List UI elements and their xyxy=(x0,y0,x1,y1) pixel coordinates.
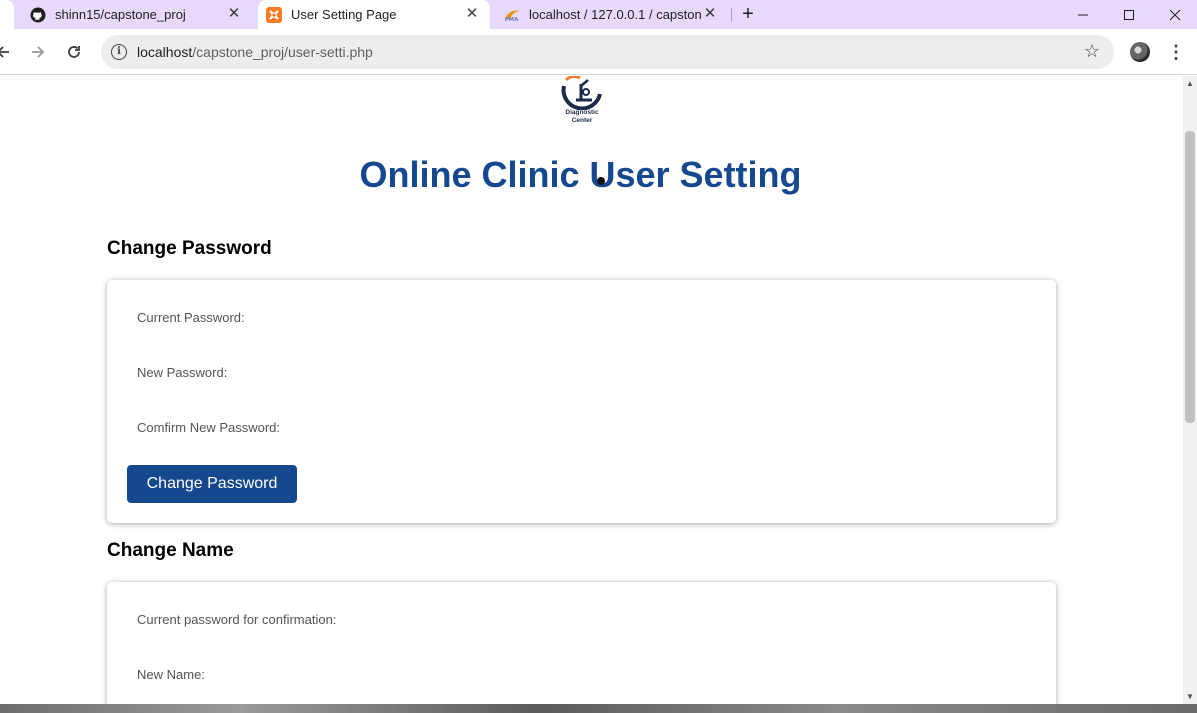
back-icon[interactable] xyxy=(0,37,18,67)
new-tab-button[interactable]: + xyxy=(737,0,759,29)
tab-title: localhost / 127.0.0.1 / capstone_ xyxy=(529,7,701,22)
maximize-icon[interactable] xyxy=(1106,0,1152,29)
current-password-label: Current Password: xyxy=(137,310,245,325)
logo-line-1: Diagnostic xyxy=(565,109,599,116)
confirmation-password-label: Current password for confirmation: xyxy=(137,612,337,627)
tab-github[interactable]: shinn15/capstone_proj ✕ xyxy=(22,0,252,29)
scrollbar-thumb[interactable] xyxy=(1185,131,1195,423)
desktop-background-strip xyxy=(0,704,1197,713)
close-window-icon[interactable] xyxy=(1152,0,1197,29)
new-password-label: New Password: xyxy=(137,365,228,380)
new-name-label: New Name: xyxy=(137,667,205,682)
site-info-icon[interactable]: i xyxy=(111,44,127,60)
change-password-card: Current Password: New Password: Comfirm … xyxy=(107,280,1056,523)
logo-line-2: Center xyxy=(571,117,593,124)
tab-separator xyxy=(731,8,732,22)
clinic-logo: Diagnostic Center xyxy=(556,76,608,128)
microscope-logo-icon xyxy=(561,76,602,111)
url-host: localhost xyxy=(137,44,193,60)
tab-title: shinn15/capstone_proj xyxy=(55,7,186,22)
url-text: localhost/capstone_proj/user-setti.php xyxy=(137,44,373,60)
profile-avatar[interactable] xyxy=(1130,42,1150,62)
change-name-heading: Change Name xyxy=(107,540,234,561)
address-bar[interactable]: i localhost/capstone_proj/user-setti.php… xyxy=(101,35,1114,69)
page-title: Online Clinic User Setting xyxy=(359,154,802,195)
browser-menu-icon[interactable]: ⋮ xyxy=(1166,39,1186,65)
tab-title: User Setting Page xyxy=(291,7,397,22)
url-path: /capstone_proj/user-setti.php xyxy=(192,44,373,60)
page-viewport: Diagnostic Center Online Clinic User Set… xyxy=(0,76,1183,704)
confirm-new-password-label: Comfirm New Password: xyxy=(137,420,281,435)
logo-text: Diagnostic Center xyxy=(556,109,608,125)
close-tab-icon[interactable]: ✕ xyxy=(226,6,242,22)
browser-toolbar: i localhost/capstone_proj/user-setti.php… xyxy=(0,29,1197,75)
phpmyadmin-icon: PMA xyxy=(504,7,520,23)
scroll-up-icon[interactable]: ▲ xyxy=(1186,79,1194,88)
change-password-button[interactable]: Change Password xyxy=(127,465,297,503)
reload-icon[interactable] xyxy=(59,37,89,67)
svg-text:PMA: PMA xyxy=(505,17,519,23)
change-name-card: Current password for confirmation: New N… xyxy=(107,582,1056,704)
close-tab-icon[interactable]: ✕ xyxy=(702,6,718,22)
minimize-icon[interactable] xyxy=(1060,0,1106,29)
change-password-heading: Change Password xyxy=(107,238,272,259)
github-icon xyxy=(30,7,46,23)
tab-edge xyxy=(0,0,14,29)
xampp-icon xyxy=(266,6,282,23)
page-scrollbar[interactable]: ▲ ▼ xyxy=(1183,76,1197,704)
tab-strip: shinn15/capstone_proj ✕ User Setting Pag… xyxy=(0,0,1197,29)
forward-icon[interactable] xyxy=(23,37,53,67)
close-tab-icon[interactable]: ✕ xyxy=(464,6,480,22)
mouse-cursor xyxy=(597,177,605,185)
tab-user-setting[interactable]: User Setting Page ✕ xyxy=(258,0,490,29)
scroll-down-icon[interactable]: ▼ xyxy=(1186,692,1194,701)
bookmark-star-icon[interactable]: ☆ xyxy=(1084,41,1100,62)
tab-phpmyadmin[interactable]: PMA localhost / 127.0.0.1 / capstone_ ✕ xyxy=(496,0,728,29)
